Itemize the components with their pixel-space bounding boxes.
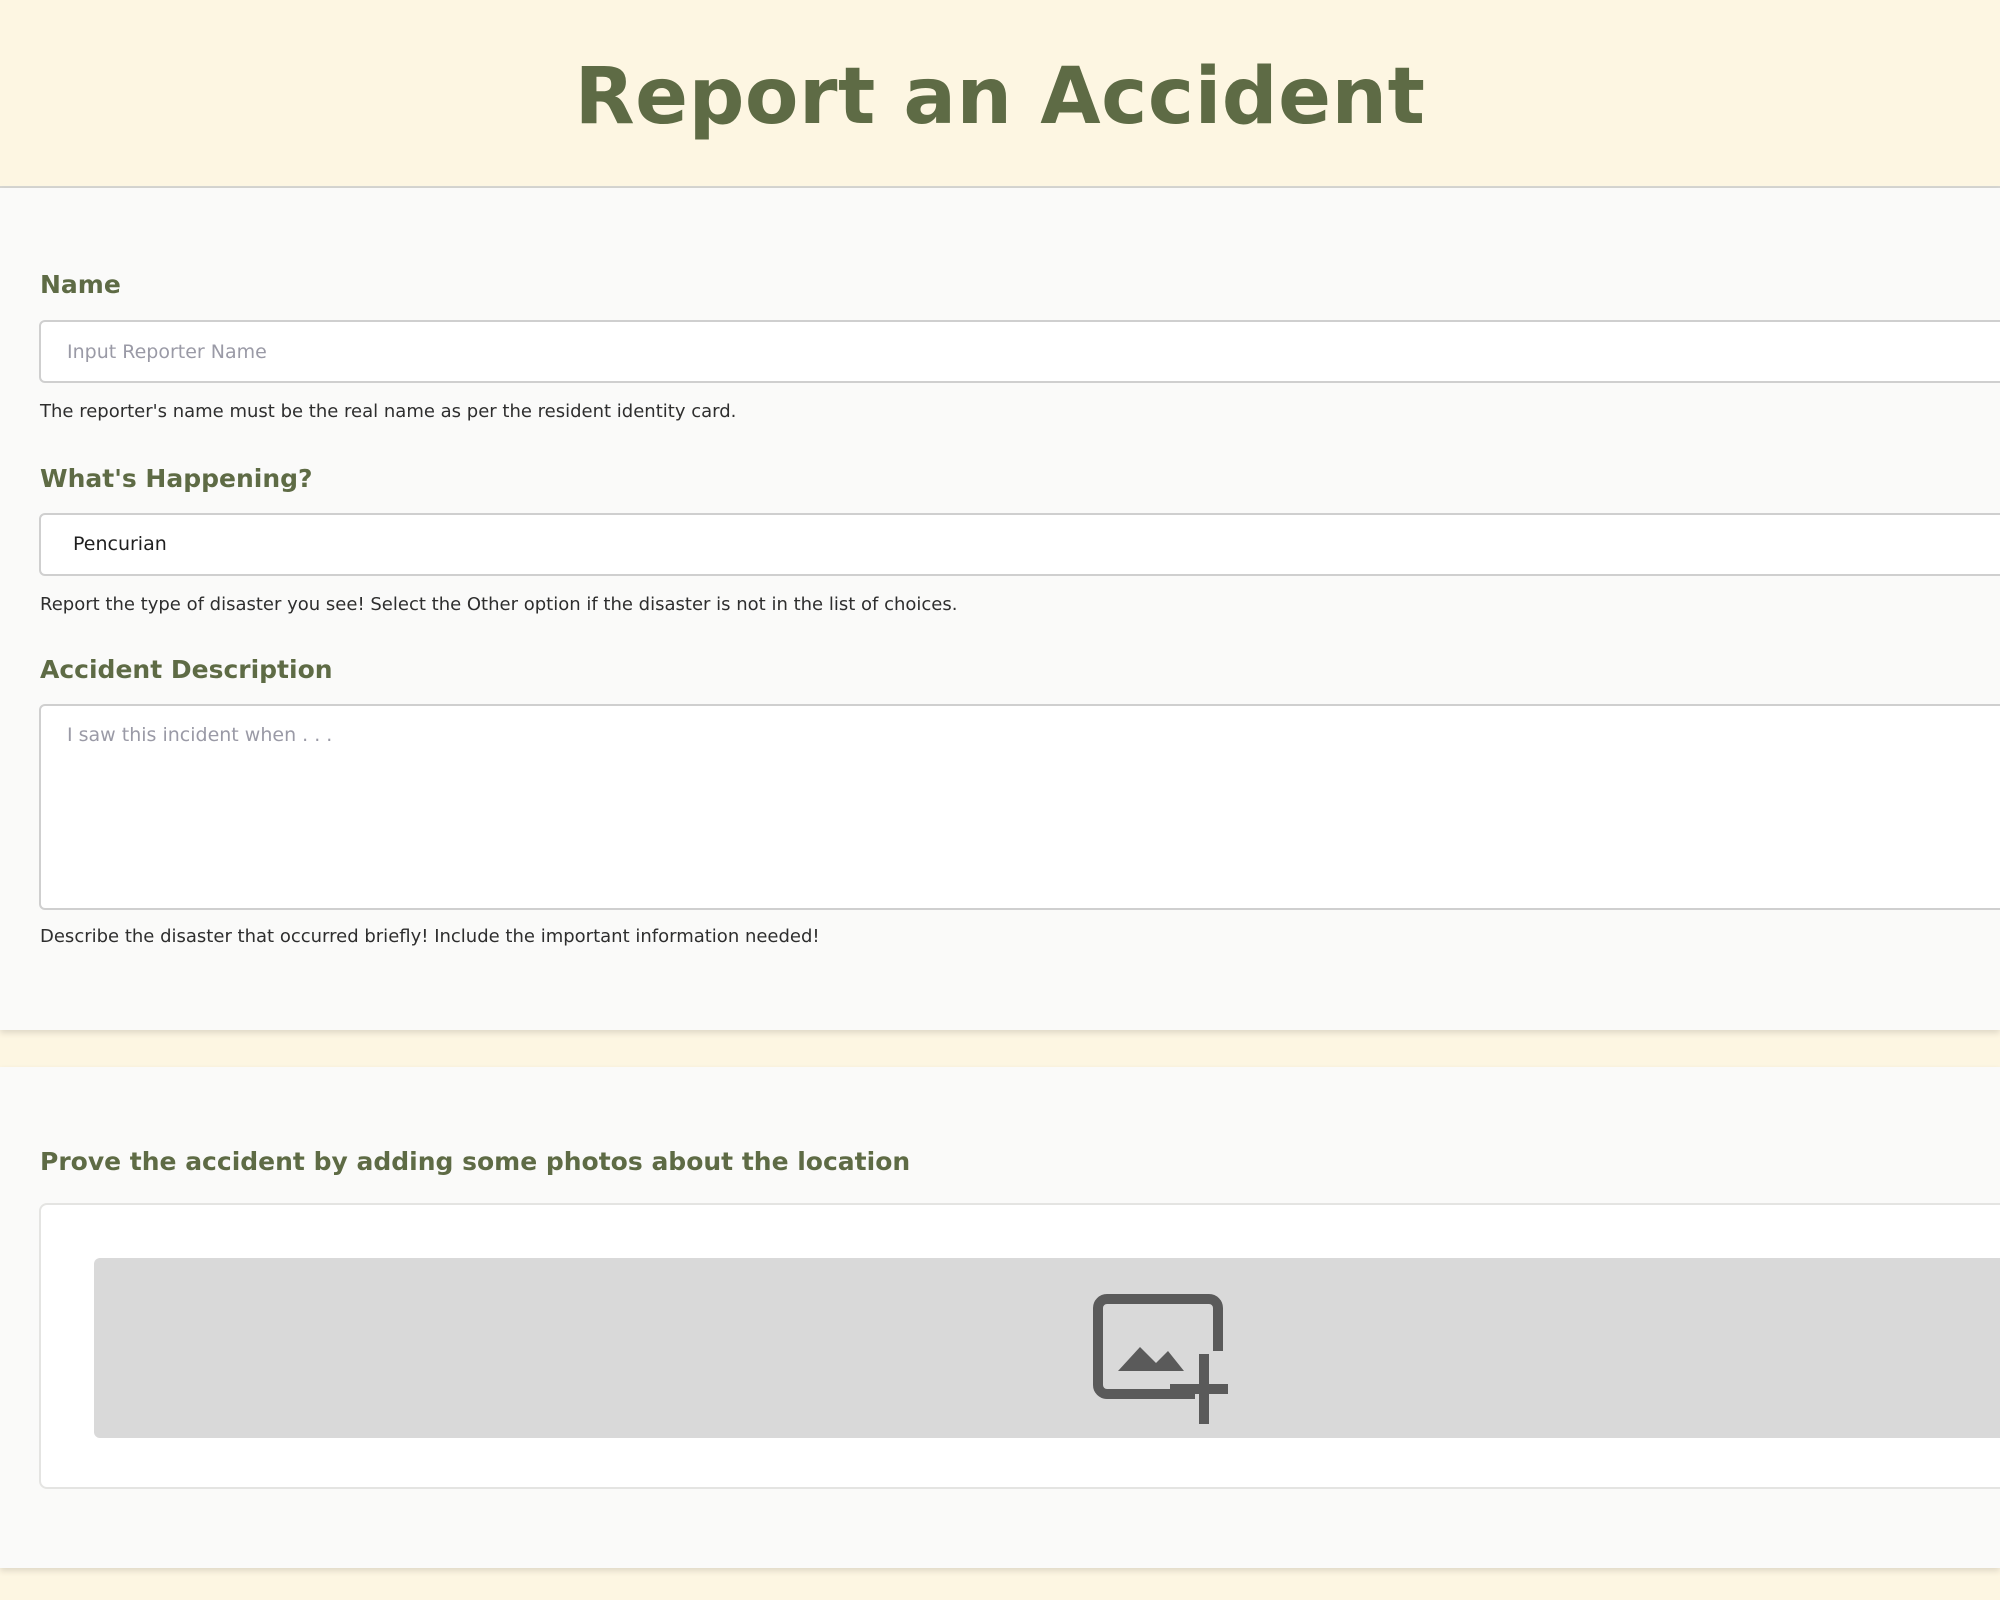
report-form-card: Name The reporter's name must be the rea… xyxy=(0,188,2000,1030)
reporter-name-input[interactable] xyxy=(39,320,2000,383)
photo-upload-dropzone[interactable] xyxy=(94,1258,2000,1438)
name-label: Name xyxy=(40,270,121,299)
description-help-text: Describe the disaster that occurred brie… xyxy=(40,926,820,947)
add-photo-icon[interactable] xyxy=(1090,1291,1240,1431)
accident-description-textarea[interactable] xyxy=(39,704,2000,910)
happening-help-text: Report the type of disaster you see! Sel… xyxy=(40,594,958,615)
name-help-text: The reporter's name must be the real nam… xyxy=(40,401,737,422)
description-label: Accident Description xyxy=(40,655,333,684)
incident-type-select[interactable]: Pencurian xyxy=(39,513,2000,576)
page-title: Report an Accident xyxy=(574,52,1426,142)
page-header: Report an Accident xyxy=(0,0,2000,188)
photo-evidence-card: Prove the accident by adding some photos… xyxy=(0,1067,2000,1568)
incident-type-selected-value: Pencurian xyxy=(73,533,167,555)
photos-label: Prove the accident by adding some photos… xyxy=(40,1147,911,1176)
photo-upload-container xyxy=(39,1203,2000,1489)
happening-label: What's Happening? xyxy=(40,464,313,493)
